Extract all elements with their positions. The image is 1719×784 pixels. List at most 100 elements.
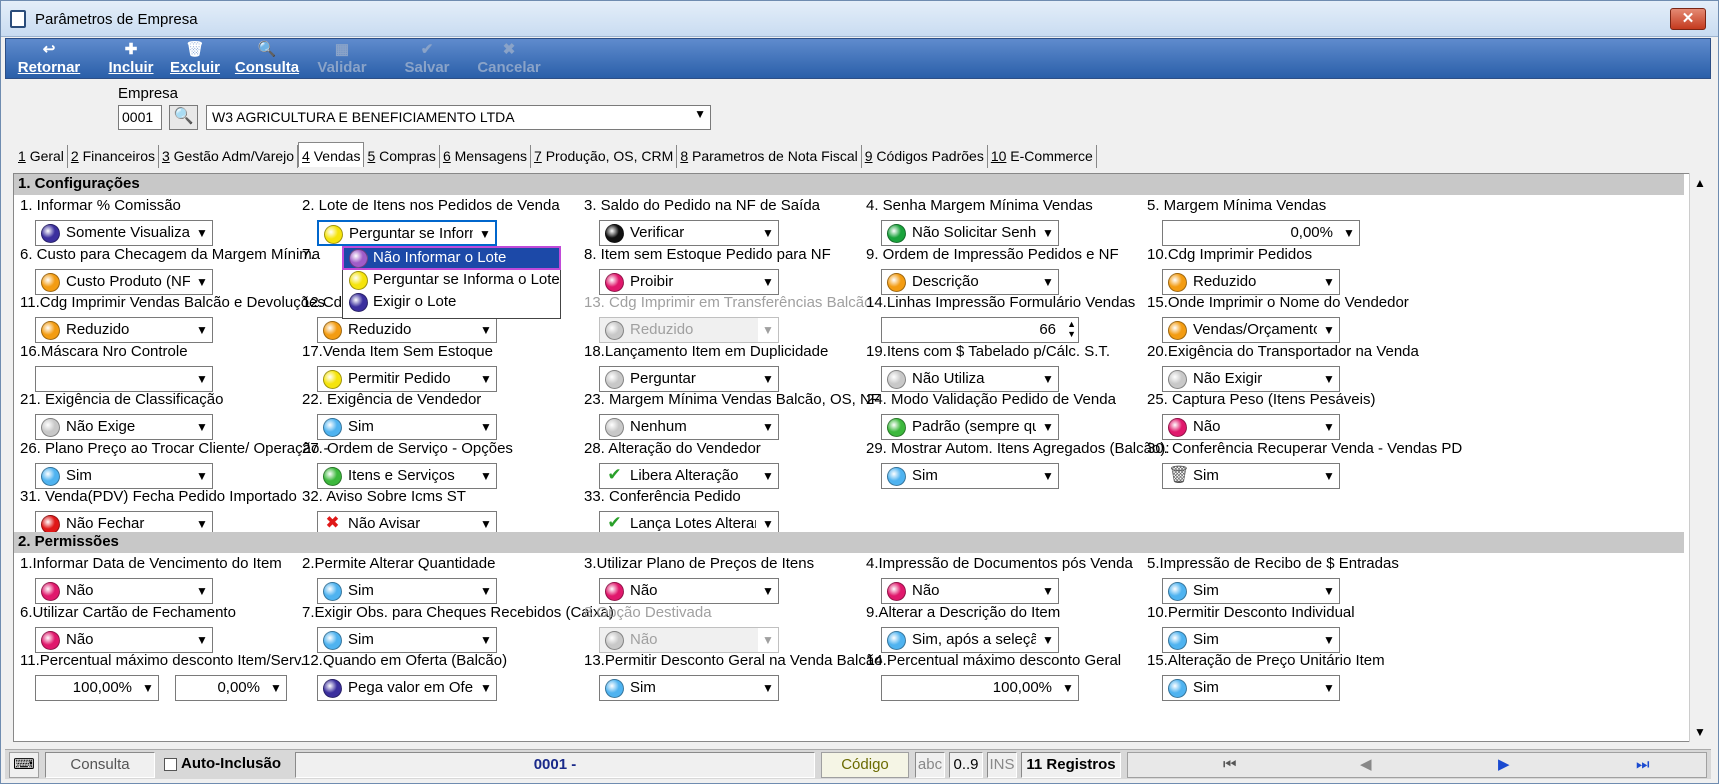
alteracao-de-preco-unitario-item-select[interactable]: Sim ▼	[1162, 675, 1340, 701]
quando-em-oferta-balcao-select[interactable]: Pega valor em Oferta▼	[317, 675, 497, 701]
exigir-obs-para-cheques-recebidos-caixa-select[interactable]: Sim ▼	[317, 626, 497, 653]
ordem-de-servico-opcoes-select[interactable]: Itens e Serviços ▼	[317, 462, 497, 489]
field-label: 30. Conferência Recuperar Venda - Vendas…	[1147, 439, 1463, 457]
status-dot-icon	[887, 630, 906, 650]
status-dot-icon	[41, 321, 60, 340]
utilizar-cartao-de-fechamento-select[interactable]: Não ▼	[35, 626, 213, 653]
status-dot-icon	[1168, 582, 1187, 601]
tab-e-commerce[interactable]: 10 E-Commerce	[988, 145, 1097, 168]
auto-inclusao-checkbox[interactable]	[164, 757, 177, 771]
tab-vendas[interactable]: 4 Vendas	[298, 142, 365, 167]
margem-minima-vendas-balcao-os-nf-select[interactable]: Nenhum ▼	[599, 414, 779, 440]
exigencia-de-vendedor-select[interactable]: Sim ▼	[317, 414, 497, 440]
tab-mensagens[interactable]: 6 Mensagens	[440, 145, 532, 168]
impressao-de-documentos-pos-venda-select[interactable]: Não ▼	[881, 578, 1059, 604]
scroll-down-icon[interactable]: ▼	[1690, 722, 1710, 742]
incluir-button[interactable]: ✚ Incluir	[101, 41, 161, 78]
cdg-imprimir-vendas-balcao-e-devolucoes-select[interactable]: Reduzido ▼	[35, 317, 213, 343]
status-ins: INS	[987, 752, 1017, 778]
close-button[interactable]: ✕	[1670, 8, 1706, 30]
lote-de-itens-nos-pedidos-de-venda-select[interactable]: Perguntar se Informa▼	[317, 220, 497, 246]
first-record-icon[interactable]: ⏮	[1223, 753, 1237, 777]
scroll-up-icon[interactable]: ▲	[1690, 173, 1710, 193]
custo-para-checagem-da-margem-minima-select[interactable]: Custo Produto (NF/Re▼	[35, 268, 213, 295]
alteracao-do-vendedor-select[interactable]: ✔ Libera Alteração ▼	[599, 462, 779, 489]
consulta-button[interactable]: 🔍 Consulta	[231, 41, 303, 78]
empresa-code-input[interactable]: 0001	[118, 105, 162, 130]
mascara-nro-controle-select[interactable]: ▼	[35, 365, 213, 392]
retornar-button[interactable]: ↩ Retornar	[14, 41, 84, 78]
tab-gestao-adm-varejo[interactable]: 3 Gestão Adm/Varejo	[159, 145, 299, 168]
status-dot-icon	[1168, 272, 1187, 292]
status-dot-icon	[887, 418, 906, 437]
cdg-imprimir-pedidos-select[interactable]: Reduzido ▼	[1162, 268, 1340, 295]
field-label: 13.Permitir Desconto Geral na Venda Balc…	[584, 652, 883, 669]
tab-compras[interactable]: 5 Compras	[364, 145, 440, 168]
impressao-de-recibo-de-entradas-select[interactable]: Sim ▼	[1162, 578, 1340, 604]
excluir-button[interactable]: 🗑 Excluir	[164, 41, 226, 78]
chevron-down-icon: ▼	[476, 366, 496, 391]
saldo-do-pedido-na-nf-de-saida-select[interactable]: Verificar ▼	[599, 220, 779, 246]
percent-input-2[interactable]: 0,00% ▼	[175, 675, 287, 701]
permitir-desconto-geral-na-venda-balcao-select[interactable]: Sim ▼	[599, 675, 779, 701]
ordem-de-impressao-pedidos-e-nf-select[interactable]: Descrição ▼	[881, 268, 1059, 295]
status-dot-icon	[1168, 418, 1187, 437]
empresa-name-select[interactable]: W3 AGRICULTURA E BENEFICIAMENTO LTDA ▼	[206, 105, 711, 130]
captura-peso-itens-pesaveis-select[interactable]: Não ▼	[1162, 414, 1340, 440]
last-record-icon[interactable]: ⏭	[1636, 753, 1650, 777]
status-dot-icon	[605, 369, 624, 389]
informar-comissao-select[interactable]: Somente Visualizar ▼	[35, 220, 213, 246]
spinner-arrows-icon[interactable]: ▲ ▼	[1067, 319, 1076, 339]
tab-financeiros[interactable]: 2 Financeiros	[68, 145, 159, 168]
percent-input[interactable]: 100,00% ▼	[35, 675, 159, 701]
validar-button: ▦ Validar	[312, 41, 372, 78]
percent-input[interactable]: 100,00% ▼	[881, 675, 1079, 701]
status-dot-icon	[887, 582, 906, 601]
permite-alterar-quantidade-select[interactable]: Sim ▼	[317, 578, 497, 604]
chevron-down-icon: ▼	[1319, 366, 1339, 391]
percent-input[interactable]: 0,00% ▼	[1162, 220, 1360, 246]
mostrar-autom-itens-agregados-balcao-select[interactable]: Sim ▼	[881, 462, 1059, 489]
onde-imprimir-o-nome-do-vendedor-select[interactable]: Vendas/Orçamentos/(▼	[1162, 317, 1340, 343]
cancelar-icon: ✖	[502, 41, 516, 58]
chevron-down-icon: ▼	[138, 676, 158, 700]
search-icon[interactable]: 🔍	[169, 105, 198, 130]
prev-record-icon[interactable]: ◀	[1360, 753, 1372, 777]
senha-margem-minima-vendas-select[interactable]: Não Solicitar Senha ▼	[881, 220, 1059, 246]
status-dot-icon	[323, 582, 342, 601]
conferencia-recuperar-venda-vendas-pd-select[interactable]: 🗑 Sim ▼	[1162, 462, 1340, 489]
validar-icon: ▦	[334, 41, 350, 58]
number-spinner[interactable]: 66 ▲ ▼	[881, 317, 1079, 343]
lancamento-item-em-duplicidade-select[interactable]: Perguntar ▼	[599, 365, 779, 392]
permitir-desconto-individual-select[interactable]: Sim ▼	[1162, 626, 1340, 653]
plano-preco-ao-trocar-cliente-operacao-select[interactable]: Sim ▼	[35, 462, 213, 489]
tab-parametros-de-nota-fiscal[interactable]: 8 Parametros de Nota Fiscal	[677, 145, 862, 168]
lote-dropdown-list[interactable]: Não Informar o Lote Perguntar se Informa …	[342, 246, 561, 319]
window-icon	[10, 10, 26, 28]
exigencia-de-classificacao-select[interactable]: Não Exige ▼	[35, 414, 213, 440]
alterar-a-descricao-do-item-select[interactable]: Sim, após a seleção do▼	[881, 626, 1059, 653]
auto-inclusao-toggle[interactable]: Auto-Inclusão	[160, 752, 290, 778]
field-label: 25. Captura Peso (Itens Pesáveis)	[1147, 391, 1376, 408]
select-value: Sim	[912, 466, 938, 484]
status-dot-icon	[1168, 321, 1187, 340]
lote-option-exigir-o-lote[interactable]: Exigir o Lote	[343, 291, 560, 313]
tab-producao-os-crm[interactable]: 7 Produção, OS, CRM	[531, 145, 678, 168]
lote-option-nao-informar-o-lote[interactable]: Não Informar o Lote	[342, 246, 561, 270]
cdg-imprimir-condicionais-select[interactable]: Reduzido ▼	[317, 317, 497, 343]
modo-validacao-pedido-de-venda-select[interactable]: Padrão (sempre que in▼	[881, 414, 1059, 440]
utilizar-plano-de-precos-de-itens-select[interactable]: Não ▼	[599, 578, 779, 604]
itens-com-tabelado-p-calc-s-t-select[interactable]: Não Utiliza ▼	[881, 365, 1059, 392]
field-label: 5.Impressão de Recibo de $ Entradas	[1147, 555, 1399, 572]
lote-option-perguntar-se-informa-o-lote[interactable]: Perguntar se Informa o Lote	[343, 269, 560, 291]
exigencia-do-transportador-na-venda-select[interactable]: Não Exigir ▼	[1162, 365, 1340, 392]
tab-geral[interactable]: 1 Geral	[15, 145, 68, 168]
tab-codigos-padroes[interactable]: 9 Códigos Padrões	[862, 145, 988, 168]
cancelar-button: ✖ Cancelar	[473, 41, 545, 78]
informar-data-de-vencimento-do-item-select[interactable]: Não ▼	[35, 578, 213, 604]
select-value: Vendas/Orçamentos/(	[1193, 321, 1317, 338]
item-sem-estoque-pedido-para-nf-select[interactable]: Proibir ▼	[599, 268, 779, 295]
next-record-icon[interactable]: ▶	[1498, 753, 1510, 777]
venda-item-sem-estoque-select[interactable]: Permitir Pedido ▼	[317, 365, 497, 392]
vertical-scrollbar[interactable]: ▲ ▼	[1689, 173, 1709, 742]
